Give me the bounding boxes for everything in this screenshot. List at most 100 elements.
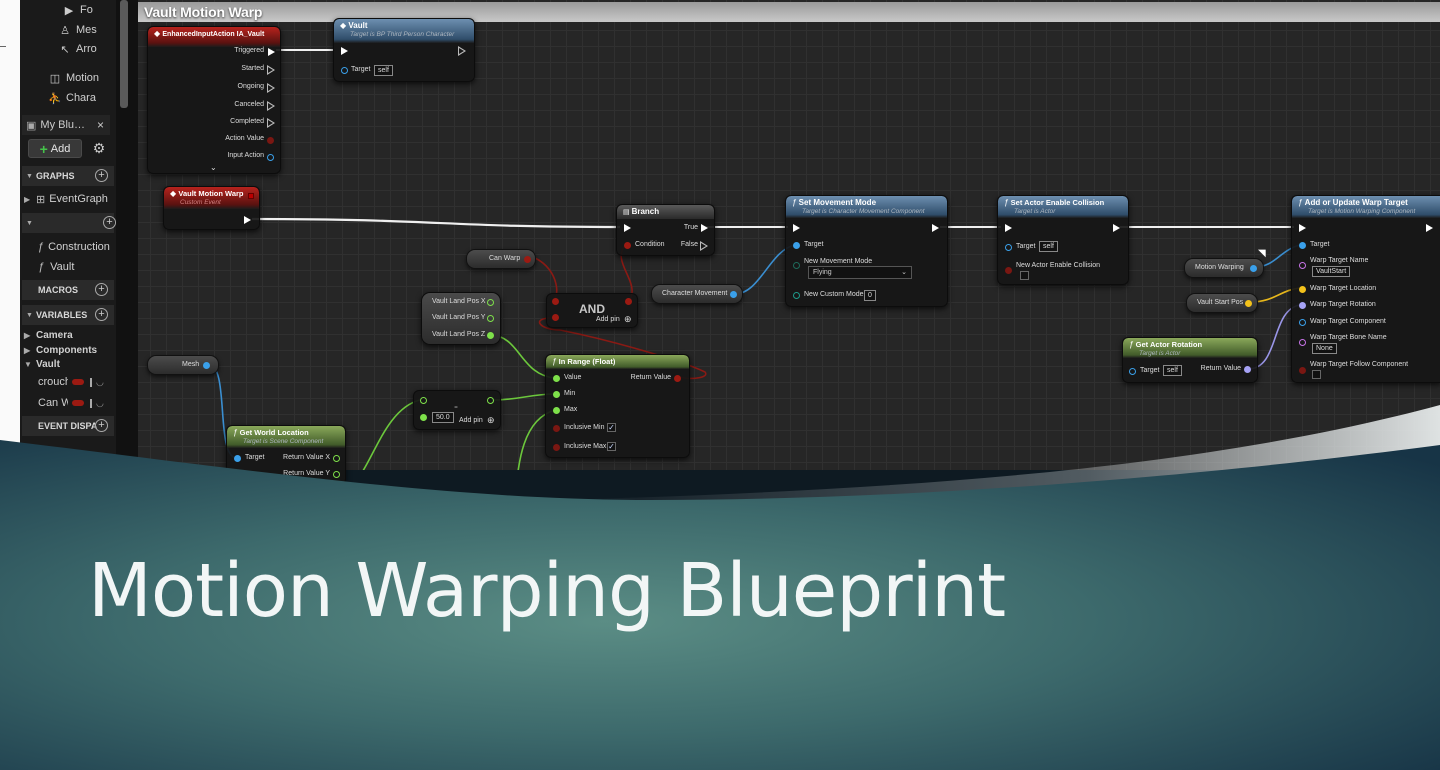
exec-pin[interactable] bbox=[624, 224, 631, 232]
object-pin[interactable] bbox=[203, 362, 210, 369]
add-pin-icon[interactable]: ⊕ bbox=[624, 314, 632, 325]
bool-pin[interactable] bbox=[625, 298, 632, 305]
subtract-value-field[interactable]: 50.0 bbox=[432, 412, 454, 423]
float-pin[interactable] bbox=[333, 455, 340, 462]
exec-pin[interactable] bbox=[700, 241, 708, 251]
node-header: ▤ Branch bbox=[617, 205, 714, 219]
float-pin[interactable] bbox=[487, 397, 494, 404]
node-vault-call[interactable]: ◆ Vault Target is BP Third Person Charact… bbox=[333, 18, 475, 82]
node-set-movement-mode[interactable]: ƒ Set Movement Mode Target is Character M… bbox=[785, 195, 948, 307]
target-field[interactable]: self bbox=[1163, 365, 1182, 376]
node-input-action[interactable]: ◆ EnhancedInputAction IA_Vault Triggered… bbox=[147, 26, 281, 174]
add-pin-label[interactable]: Add pin bbox=[459, 417, 483, 424]
bool-pin[interactable] bbox=[674, 375, 681, 382]
object-pin[interactable] bbox=[1299, 242, 1306, 249]
exec-pin[interactable] bbox=[267, 65, 275, 75]
node-branch[interactable]: ▤ Branch True Condition False bbox=[616, 204, 715, 256]
variable-character-movement[interactable]: Character Movement bbox=[651, 284, 743, 304]
exec-pin[interactable] bbox=[267, 118, 275, 128]
pin-label: Return Value bbox=[630, 374, 671, 381]
float-pin[interactable] bbox=[420, 414, 427, 421]
custom-mode-field[interactable]: 0 bbox=[864, 290, 876, 301]
object-pin[interactable] bbox=[793, 242, 800, 249]
object-pin[interactable] bbox=[267, 154, 274, 161]
bool-pin[interactable] bbox=[552, 314, 559, 321]
exec-pin[interactable] bbox=[701, 224, 708, 232]
node-title: Branch bbox=[631, 207, 660, 216]
node-in-range[interactable]: ƒ In Range (Float) Value Return Value Mi… bbox=[545, 354, 690, 458]
enum-pin[interactable] bbox=[793, 262, 800, 269]
pin-label: False bbox=[680, 241, 698, 248]
node-and[interactable]: AND Add pin ⊕ bbox=[546, 293, 638, 328]
exec-pin[interactable] bbox=[341, 47, 348, 55]
node-add-update-warp-target[interactable]: ƒ Add or Update Warp Target Target is Mot… bbox=[1291, 195, 1440, 383]
node-set-actor-enable-collision[interactable]: ƒ Set Actor Enable Collision Target is Ac… bbox=[997, 195, 1129, 285]
variable-vault-start-pos[interactable]: Vault Start Pos bbox=[1186, 293, 1258, 313]
rotator-pin[interactable] bbox=[1244, 366, 1251, 373]
bool-pin[interactable] bbox=[267, 137, 274, 144]
name-pin[interactable] bbox=[1299, 339, 1306, 346]
exec-pin[interactable] bbox=[1299, 224, 1306, 232]
node-get-actor-rotation[interactable]: ƒ Get Actor Rotation Target is Actor Targ… bbox=[1122, 337, 1258, 383]
exec-pin[interactable] bbox=[932, 224, 939, 232]
bool-pin[interactable] bbox=[552, 298, 559, 305]
bool-pin[interactable] bbox=[624, 242, 631, 249]
bone-name-field[interactable]: None bbox=[1312, 343, 1337, 354]
variable-mesh[interactable]: Mesh bbox=[147, 355, 219, 375]
exec-pin[interactable] bbox=[267, 101, 275, 111]
variable-can-warp[interactable]: Can Warp bbox=[466, 249, 536, 269]
bool-pin[interactable] bbox=[553, 444, 560, 451]
node-get-world-location[interactable]: ƒ Get World Location Target is Scene Comp… bbox=[226, 425, 346, 485]
float-pin[interactable] bbox=[553, 391, 560, 398]
float-pin[interactable] bbox=[553, 375, 560, 382]
float-pin[interactable] bbox=[487, 332, 494, 339]
movement-mode-dropdown[interactable]: Flying ⌄ bbox=[808, 266, 912, 279]
node-subtitle: Target is Actor bbox=[1139, 350, 1181, 357]
delegate-pin[interactable] bbox=[248, 193, 254, 199]
collision-checkbox[interactable] bbox=[1020, 271, 1029, 280]
bool-pin[interactable] bbox=[524, 256, 531, 263]
exec-pin[interactable] bbox=[244, 216, 251, 224]
exec-pin[interactable] bbox=[793, 224, 800, 232]
bool-pin[interactable] bbox=[553, 425, 560, 432]
byte-pin[interactable] bbox=[793, 292, 800, 299]
node-custom-event[interactable]: ◆ Vault Motion Warp Custom Event bbox=[163, 186, 260, 230]
object-pin[interactable] bbox=[341, 67, 348, 74]
target-field[interactable]: self bbox=[1039, 241, 1058, 252]
float-pin[interactable] bbox=[420, 397, 427, 404]
name-pin[interactable] bbox=[1299, 262, 1306, 269]
follow-component-checkbox[interactable] bbox=[1312, 370, 1321, 379]
object-pin[interactable] bbox=[1005, 244, 1012, 251]
inclusive-max-checkbox[interactable]: ✓ bbox=[607, 442, 616, 451]
exec-pin[interactable] bbox=[1426, 224, 1433, 232]
float-pin[interactable] bbox=[487, 299, 494, 306]
exec-pin[interactable] bbox=[1113, 224, 1120, 232]
float-pin[interactable] bbox=[553, 407, 560, 414]
variable-motion-warping[interactable]: Motion Warping bbox=[1184, 258, 1264, 278]
add-pin-icon[interactable]: ⊕ bbox=[487, 415, 495, 426]
object-pin[interactable] bbox=[1129, 368, 1136, 375]
rotator-pin[interactable] bbox=[1299, 302, 1306, 309]
bool-pin[interactable] bbox=[1299, 367, 1306, 374]
float-pin[interactable] bbox=[333, 471, 340, 478]
vector-pin[interactable] bbox=[1245, 300, 1252, 307]
node-title: Vault Motion Warp bbox=[178, 189, 244, 198]
expand-chevron-icon[interactable]: ⌄ bbox=[210, 163, 217, 172]
float-pin[interactable] bbox=[487, 315, 494, 322]
target-field[interactable]: self bbox=[374, 65, 393, 76]
vector-pin[interactable] bbox=[1299, 286, 1306, 293]
object-pin[interactable] bbox=[234, 455, 241, 462]
object-pin[interactable] bbox=[1299, 319, 1306, 326]
add-pin-label[interactable]: Add pin bbox=[596, 316, 620, 323]
warp-name-field[interactable]: VaultStart bbox=[1312, 266, 1351, 277]
exec-pin[interactable] bbox=[458, 46, 466, 56]
bool-pin[interactable] bbox=[1005, 267, 1012, 274]
object-pin[interactable] bbox=[1250, 265, 1257, 272]
exec-pin[interactable] bbox=[267, 83, 275, 93]
object-pin[interactable] bbox=[730, 291, 737, 298]
exec-pin[interactable] bbox=[268, 48, 275, 56]
inclusive-min-checkbox[interactable]: ✓ bbox=[607, 423, 616, 432]
exec-pin[interactable] bbox=[1005, 224, 1012, 232]
node-subtract[interactable]: - 50.0 Add pin ⊕ bbox=[413, 390, 501, 430]
node-vault-land-pos[interactable]: Vault Land Pos X Vault Land Pos Y Vault … bbox=[421, 292, 501, 345]
